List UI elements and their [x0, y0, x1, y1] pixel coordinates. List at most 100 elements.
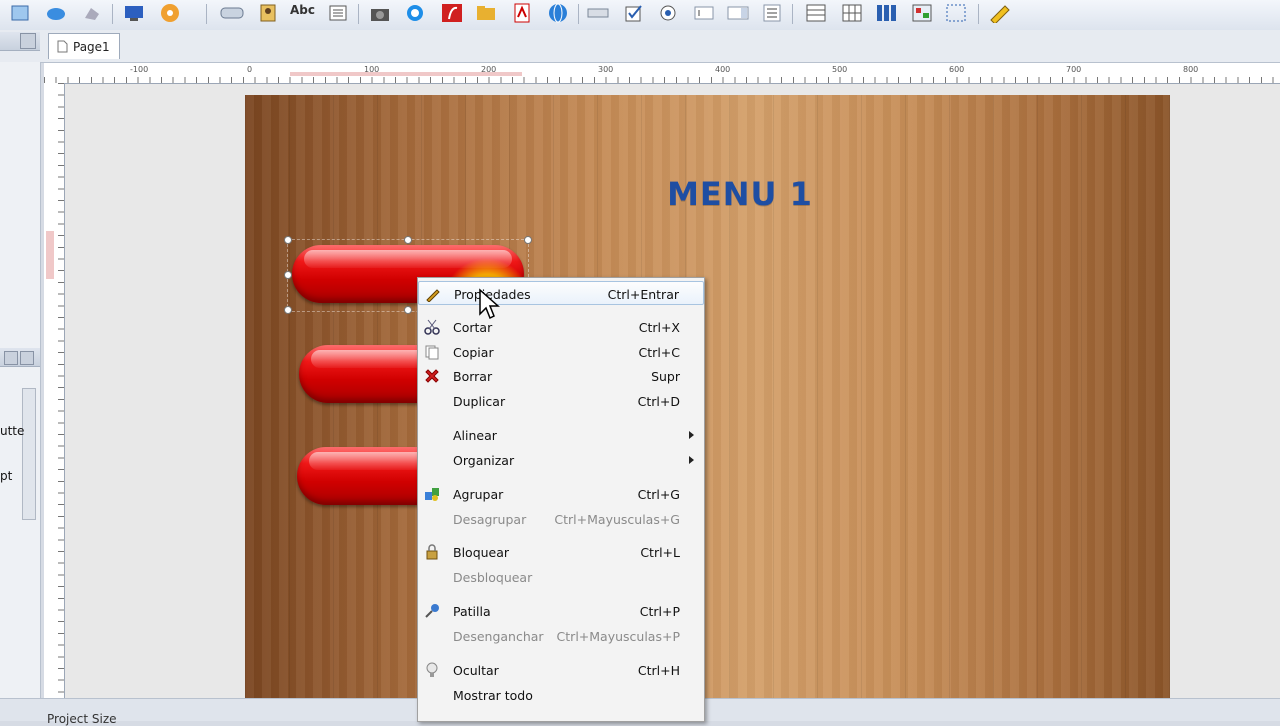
listbox-icon[interactable]: [760, 2, 784, 24]
ruler-selection-marker: [46, 231, 54, 279]
folder-icon[interactable]: [474, 2, 498, 24]
resize-handle[interactable]: [284, 306, 292, 314]
menu-item-label: Desagrupar: [453, 512, 527, 527]
lightbulb-icon: [423, 661, 441, 679]
mouse-cursor-icon: [479, 288, 500, 320]
menu-item-shortcut: Ctrl+Entrar: [607, 287, 679, 302]
label-icon[interactable]: [586, 2, 610, 24]
submenu-arrow-icon: [689, 456, 694, 464]
browser-icon[interactable]: [546, 2, 570, 24]
ruler-ticks: [44, 77, 1280, 83]
pin-icon: [423, 602, 441, 620]
ruler-selection-marker: [290, 72, 522, 76]
lock-icon: [423, 543, 441, 561]
menu-title[interactable]: MENU 1: [660, 175, 820, 213]
pin-icon[interactable]: [4, 351, 18, 365]
scissors-icon: [423, 318, 441, 336]
scrollbar[interactable]: [22, 388, 36, 520]
menu-item-shortcut: Ctrl+X: [638, 320, 680, 335]
menu-item-shortcut: Ctrl+G: [637, 487, 680, 502]
menu-item-desbloquear: Desbloquear: [418, 565, 704, 589]
menu-item-label: Borrar: [453, 369, 493, 384]
pdf-icon[interactable]: [510, 2, 534, 24]
tab-label: Page1: [73, 39, 110, 54]
menu-item-borrar[interactable]: Borrar Supr: [418, 364, 704, 388]
list-icon[interactable]: [326, 2, 350, 24]
menu-item-shortcut: Ctrl+C: [638, 345, 680, 360]
vertical-ruler: [44, 83, 65, 698]
page-icon: [57, 40, 68, 53]
camera-icon[interactable]: [368, 2, 392, 24]
selection-icon[interactable]: [944, 2, 968, 24]
menu-item-label: Mostrar todo: [453, 688, 533, 703]
resize-handle[interactable]: [404, 236, 412, 244]
menu-item-label: Desenganchar: [453, 629, 544, 644]
select-icon[interactable]: [8, 2, 32, 24]
submenu-arrow-icon: [689, 431, 694, 439]
checkbox-icon[interactable]: [622, 2, 646, 24]
menu-item-shortcut: Ctrl+Mayusculas+G: [554, 512, 680, 527]
button-icon[interactable]: [220, 2, 244, 24]
menu-item-patilla[interactable]: Patilla Ctrl+P: [418, 599, 704, 623]
menu-item-propiedades[interactable]: Propiedades Ctrl+Entrar: [418, 281, 704, 305]
menu-item-bloquear[interactable]: Bloquear Ctrl+L: [418, 540, 704, 564]
table-icon[interactable]: [804, 2, 828, 24]
grid-icon[interactable]: [840, 2, 864, 24]
cloud-icon[interactable]: [44, 2, 68, 24]
panel-label-fragment: pt: [0, 469, 13, 483]
menu-item-shortcut: Ctrl+D: [637, 394, 680, 409]
menu-item-desenganchar: Desenganchar Ctrl+Mayusculas+P: [418, 624, 704, 648]
ruler-tick-label: 500: [832, 65, 848, 74]
menu-item-label: Desbloquear: [453, 570, 533, 585]
menu-item-label: Cortar: [453, 320, 493, 335]
menu-item-label: Agrupar: [453, 487, 504, 502]
menu-item-shortcut: Ctrl+H: [637, 663, 680, 678]
resize-handle[interactable]: [524, 236, 532, 244]
menu-item-mostrar-todo[interactable]: Mostrar todo: [418, 683, 704, 707]
menu-item-copiar[interactable]: Copiar Ctrl+C: [418, 340, 704, 364]
combobox-icon[interactable]: [726, 2, 750, 24]
tab-page1[interactable]: Page1: [48, 33, 120, 59]
main-toolbar: Abc: [0, 0, 1280, 31]
ruler-tick-label: 300: [598, 65, 614, 74]
flash-icon[interactable]: [440, 2, 464, 24]
menu-item-shortcut: Ctrl+L: [640, 545, 680, 560]
textfield-icon[interactable]: [692, 2, 716, 24]
close-icon[interactable]: [20, 33, 36, 49]
menu-item-duplicar[interactable]: Duplicar Ctrl+D: [418, 389, 704, 413]
menu-item-alinear[interactable]: Alinear: [418, 423, 704, 447]
hand-icon[interactable]: [80, 2, 104, 24]
pencil-icon: [424, 285, 442, 303]
context-menu: Propiedades Ctrl+Entrar Cortar Ctrl+X Co…: [417, 277, 705, 722]
monitor-icon[interactable]: [122, 2, 146, 24]
menu-item-organizar[interactable]: Organizar: [418, 448, 704, 472]
pencil-icon[interactable]: [988, 2, 1012, 24]
user-icon[interactable]: [256, 2, 280, 24]
close-icon[interactable]: [20, 351, 34, 365]
cd-icon[interactable]: [158, 2, 182, 24]
ruler-tick-label: 700: [1066, 65, 1082, 74]
text-abc-icon[interactable]: Abc: [290, 3, 315, 17]
picture-icon[interactable]: [910, 2, 934, 24]
ruler-ticks: [58, 83, 64, 698]
columns-icon[interactable]: [874, 2, 898, 24]
menu-item-shortcut: Ctrl+P: [639, 604, 680, 619]
menu-item-shortcut: Supr: [651, 369, 680, 384]
menu-item-ocultar[interactable]: Ocultar Ctrl+H: [418, 658, 704, 682]
status-project-size: Project Size: [47, 712, 117, 726]
ruler-tick-label: 0: [247, 65, 253, 74]
resize-handle[interactable]: [284, 236, 292, 244]
menu-item-agrupar[interactable]: Agrupar Ctrl+G: [418, 482, 704, 506]
resize-handle[interactable]: [404, 306, 412, 314]
radio-icon[interactable]: [656, 2, 680, 24]
resize-handle[interactable]: [284, 271, 292, 279]
menu-item-label: Alinear: [453, 428, 497, 443]
ruler-tick-label: 600: [949, 65, 965, 74]
copy-icon: [423, 343, 441, 361]
tab-bar: [0, 30, 1280, 63]
menu-item-label: Bloquear: [453, 545, 510, 560]
ruler-tick-label: 400: [715, 65, 731, 74]
menu-item-cortar[interactable]: Cortar Ctrl+X: [418, 315, 704, 339]
menu-item-label: Ocultar: [453, 663, 499, 678]
search-icon[interactable]: [404, 2, 428, 24]
